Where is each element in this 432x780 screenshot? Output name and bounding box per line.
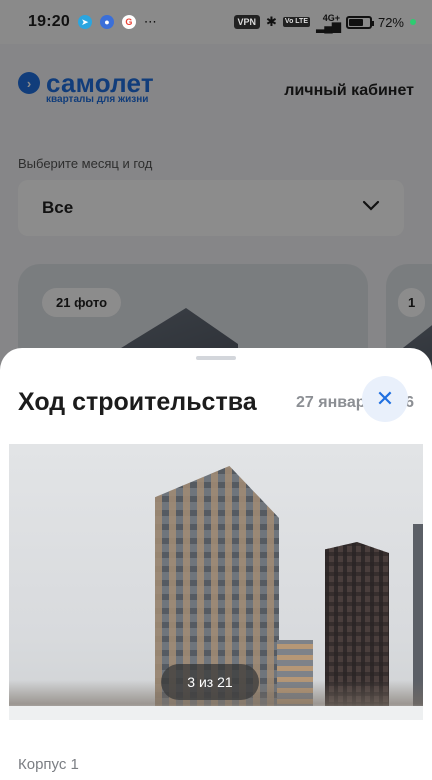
- close-button[interactable]: ✕: [362, 376, 408, 422]
- close-icon: ✕: [375, 386, 395, 411]
- status-bar: 19:20 ➤ ● G ⋯ VPN ✱ Vo LTE 4G+ ▂▄▆ 72%: [0, 0, 432, 44]
- vpn-badge: VPN: [233, 15, 261, 29]
- volte-badge: Vo LTE: [282, 17, 310, 27]
- battery-percent: 72%: [377, 14, 404, 30]
- telegram-icon: ➤: [77, 15, 92, 29]
- section-label: Корпус 1: [18, 756, 79, 773]
- image-counter: 3 из 21: [161, 664, 259, 700]
- snow-image: [9, 706, 423, 720]
- google-icon: G: [121, 15, 136, 29]
- battery-icon: [345, 15, 374, 29]
- bluetooth-icon: ✱: [266, 14, 277, 29]
- sheet-title: Ход строительства: [18, 388, 257, 416]
- construction-sheet: Ход строительства 27 января 6 ✕ 3 из 21 …: [0, 348, 432, 780]
- chat-icon: ●: [99, 15, 114, 29]
- signal-icon: 4G+ ▂▄▆: [316, 13, 341, 33]
- more-icon: ⋯: [143, 14, 157, 29]
- status-time: 19:20: [28, 13, 70, 30]
- privacy-dot: [410, 19, 416, 25]
- sheet-drag-handle[interactable]: [196, 356, 236, 360]
